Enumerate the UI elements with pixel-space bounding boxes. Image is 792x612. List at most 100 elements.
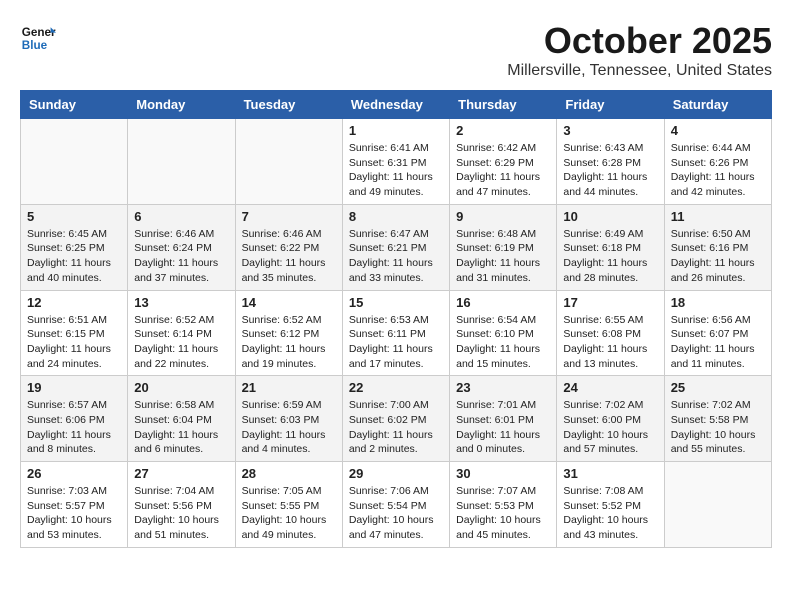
calendar-day: 27Sunrise: 7:04 AM Sunset: 5:56 PM Dayli… (128, 462, 235, 548)
day-info: Sunrise: 6:53 AM Sunset: 6:11 PM Dayligh… (349, 313, 443, 372)
day-info: Sunrise: 6:50 AM Sunset: 6:16 PM Dayligh… (671, 227, 765, 286)
day-number: 4 (671, 123, 765, 138)
day-info: Sunrise: 6:48 AM Sunset: 6:19 PM Dayligh… (456, 227, 550, 286)
day-info: Sunrise: 6:43 AM Sunset: 6:28 PM Dayligh… (563, 141, 657, 200)
day-info: Sunrise: 7:02 AM Sunset: 6:00 PM Dayligh… (563, 398, 657, 457)
day-info: Sunrise: 6:46 AM Sunset: 6:24 PM Dayligh… (134, 227, 228, 286)
calendar-day: 11 Sunrise: 6:50 AM Sunset: 6:16 PM Dayli… (664, 204, 771, 290)
day-info: Sunrise: 7:06 AM Sunset: 5:54 PM Dayligh… (349, 484, 443, 543)
calendar-week-row: 1 Sunrise: 6:41 AM Sunset: 6:31 PM Daylig… (21, 119, 772, 205)
day-info: Sunrise: 6:41 AM Sunset: 6:31 PM Dayligh… (349, 141, 443, 200)
day-number: 9 (456, 209, 550, 224)
calendar-day: 26 Sunrise: 7:03 AM Sunset: 5:57 PM Dayli… (21, 462, 128, 548)
calendar-week-row: 12Sunrise: 6:51 AM Sunset: 6:15 PM Dayli… (21, 290, 772, 376)
day-number: 24 (563, 380, 657, 395)
day-number: 18 (671, 295, 765, 310)
calendar-day: 22Sunrise: 7:00 AM Sunset: 6:02 PM Dayli… (342, 376, 449, 462)
day-info: Sunrise: 6:45 AM Sunset: 6:25 PM Dayligh… (27, 227, 121, 286)
calendar-day: 16 Sunrise: 6:54 AM Sunset: 6:10 PM Dayli… (450, 290, 557, 376)
day-info: Sunrise: 6:58 AM Sunset: 6:04 PM Dayligh… (134, 398, 228, 457)
month-title: October 2025 (507, 20, 772, 62)
day-number: 21 (242, 380, 336, 395)
calendar-day: 28Sunrise: 7:05 AM Sunset: 5:55 PM Dayli… (235, 462, 342, 548)
day-number: 13 (134, 295, 228, 310)
day-number: 8 (349, 209, 443, 224)
calendar-day: 6 Sunrise: 6:46 AM Sunset: 6:24 PM Daylig… (128, 204, 235, 290)
day-number: 30 (456, 466, 550, 481)
day-number: 11 (671, 209, 765, 224)
day-info: Sunrise: 7:04 AM Sunset: 5:56 PM Dayligh… (134, 484, 228, 543)
calendar-empty (235, 119, 342, 205)
calendar-day: 23 Sunrise: 7:01 AM Sunset: 6:01 PM Dayli… (450, 376, 557, 462)
day-info: Sunrise: 7:01 AM Sunset: 6:01 PM Dayligh… (456, 398, 550, 457)
title-section: October 2025 Millersville, Tennessee, Un… (507, 20, 772, 80)
day-of-week-header: Sunday (21, 91, 128, 119)
day-number: 22 (349, 380, 443, 395)
day-info: Sunrise: 6:49 AM Sunset: 6:18 PM Dayligh… (563, 227, 657, 286)
day-number: 19 (27, 380, 121, 395)
header: General Blue October 2025 Millersville, … (20, 20, 772, 80)
day-number: 26 (27, 466, 121, 481)
day-number: 31 (563, 466, 657, 481)
day-of-week-header: Monday (128, 91, 235, 119)
calendar-week-row: 5 Sunrise: 6:45 AM Sunset: 6:25 PM Daylig… (21, 204, 772, 290)
calendar-day: 31 Sunrise: 7:08 AM Sunset: 5:52 PM Dayli… (557, 462, 664, 548)
calendar-empty (21, 119, 128, 205)
calendar-day: 13 Sunrise: 6:52 AM Sunset: 6:14 PM Dayli… (128, 290, 235, 376)
day-info: Sunrise: 6:44 AM Sunset: 6:26 PM Dayligh… (671, 141, 765, 200)
calendar-day: 2Sunrise: 6:42 AM Sunset: 6:29 PM Daylig… (450, 119, 557, 205)
day-number: 14 (242, 295, 336, 310)
day-of-week-header: Wednesday (342, 91, 449, 119)
calendar-day: 29Sunrise: 7:06 AM Sunset: 5:54 PM Dayli… (342, 462, 449, 548)
calendar-day: 4 Sunrise: 6:44 AM Sunset: 6:26 PM Daylig… (664, 119, 771, 205)
day-info: Sunrise: 6:52 AM Sunset: 6:14 PM Dayligh… (134, 313, 228, 372)
calendar-day: 24 Sunrise: 7:02 AM Sunset: 6:00 PM Dayli… (557, 376, 664, 462)
day-number: 20 (134, 380, 228, 395)
calendar-day: 19 Sunrise: 6:57 AM Sunset: 6:06 PM Dayli… (21, 376, 128, 462)
calendar-empty (664, 462, 771, 548)
calendar-day: 18 Sunrise: 6:56 AM Sunset: 6:07 PM Dayli… (664, 290, 771, 376)
calendar-week-row: 26 Sunrise: 7:03 AM Sunset: 5:57 PM Dayli… (21, 462, 772, 548)
day-number: 23 (456, 380, 550, 395)
day-of-week-header: Saturday (664, 91, 771, 119)
day-info: Sunrise: 7:07 AM Sunset: 5:53 PM Dayligh… (456, 484, 550, 543)
day-number: 28 (242, 466, 336, 481)
logo: General Blue (20, 20, 56, 56)
calendar-day: 8 Sunrise: 6:47 AM Sunset: 6:21 PM Daylig… (342, 204, 449, 290)
svg-text:Blue: Blue (22, 39, 48, 52)
day-info: Sunrise: 6:52 AM Sunset: 6:12 PM Dayligh… (242, 313, 336, 372)
day-number: 15 (349, 295, 443, 310)
day-number: 7 (242, 209, 336, 224)
day-info: Sunrise: 7:02 AM Sunset: 5:58 PM Dayligh… (671, 398, 765, 457)
day-of-week-header: Thursday (450, 91, 557, 119)
calendar-day: 3Sunrise: 6:43 AM Sunset: 6:28 PM Daylig… (557, 119, 664, 205)
day-info: Sunrise: 6:42 AM Sunset: 6:29 PM Dayligh… (456, 141, 550, 200)
calendar-header-row: SundayMondayTuesdayWednesdayThursdayFrid… (21, 91, 772, 119)
day-info: Sunrise: 6:59 AM Sunset: 6:03 PM Dayligh… (242, 398, 336, 457)
day-number: 6 (134, 209, 228, 224)
day-info: Sunrise: 6:54 AM Sunset: 6:10 PM Dayligh… (456, 313, 550, 372)
day-number: 25 (671, 380, 765, 395)
calendar-empty (128, 119, 235, 205)
calendar-day: 1 Sunrise: 6:41 AM Sunset: 6:31 PM Daylig… (342, 119, 449, 205)
location: Millersville, Tennessee, United States (507, 62, 772, 80)
day-info: Sunrise: 7:08 AM Sunset: 5:52 PM Dayligh… (563, 484, 657, 543)
calendar-day: 25 Sunrise: 7:02 AM Sunset: 5:58 PM Dayli… (664, 376, 771, 462)
day-number: 16 (456, 295, 550, 310)
day-info: Sunrise: 6:56 AM Sunset: 6:07 PM Dayligh… (671, 313, 765, 372)
day-number: 5 (27, 209, 121, 224)
calendar-day: 10Sunrise: 6:49 AM Sunset: 6:18 PM Dayli… (557, 204, 664, 290)
day-info: Sunrise: 6:57 AM Sunset: 6:06 PM Dayligh… (27, 398, 121, 457)
calendar-day: 30 Sunrise: 7:07 AM Sunset: 5:53 PM Dayli… (450, 462, 557, 548)
day-info: Sunrise: 7:03 AM Sunset: 5:57 PM Dayligh… (27, 484, 121, 543)
calendar-day: 15 Sunrise: 6:53 AM Sunset: 6:11 PM Dayli… (342, 290, 449, 376)
day-info: Sunrise: 6:51 AM Sunset: 6:15 PM Dayligh… (27, 313, 121, 372)
logo-icon: General Blue (20, 20, 56, 56)
calendar: SundayMondayTuesdayWednesdayThursdayFrid… (20, 90, 772, 548)
day-of-week-header: Friday (557, 91, 664, 119)
day-of-week-header: Tuesday (235, 91, 342, 119)
day-number: 1 (349, 123, 443, 138)
day-info: Sunrise: 6:47 AM Sunset: 6:21 PM Dayligh… (349, 227, 443, 286)
calendar-day: 5 Sunrise: 6:45 AM Sunset: 6:25 PM Daylig… (21, 204, 128, 290)
calendar-day: 21 Sunrise: 6:59 AM Sunset: 6:03 PM Dayli… (235, 376, 342, 462)
